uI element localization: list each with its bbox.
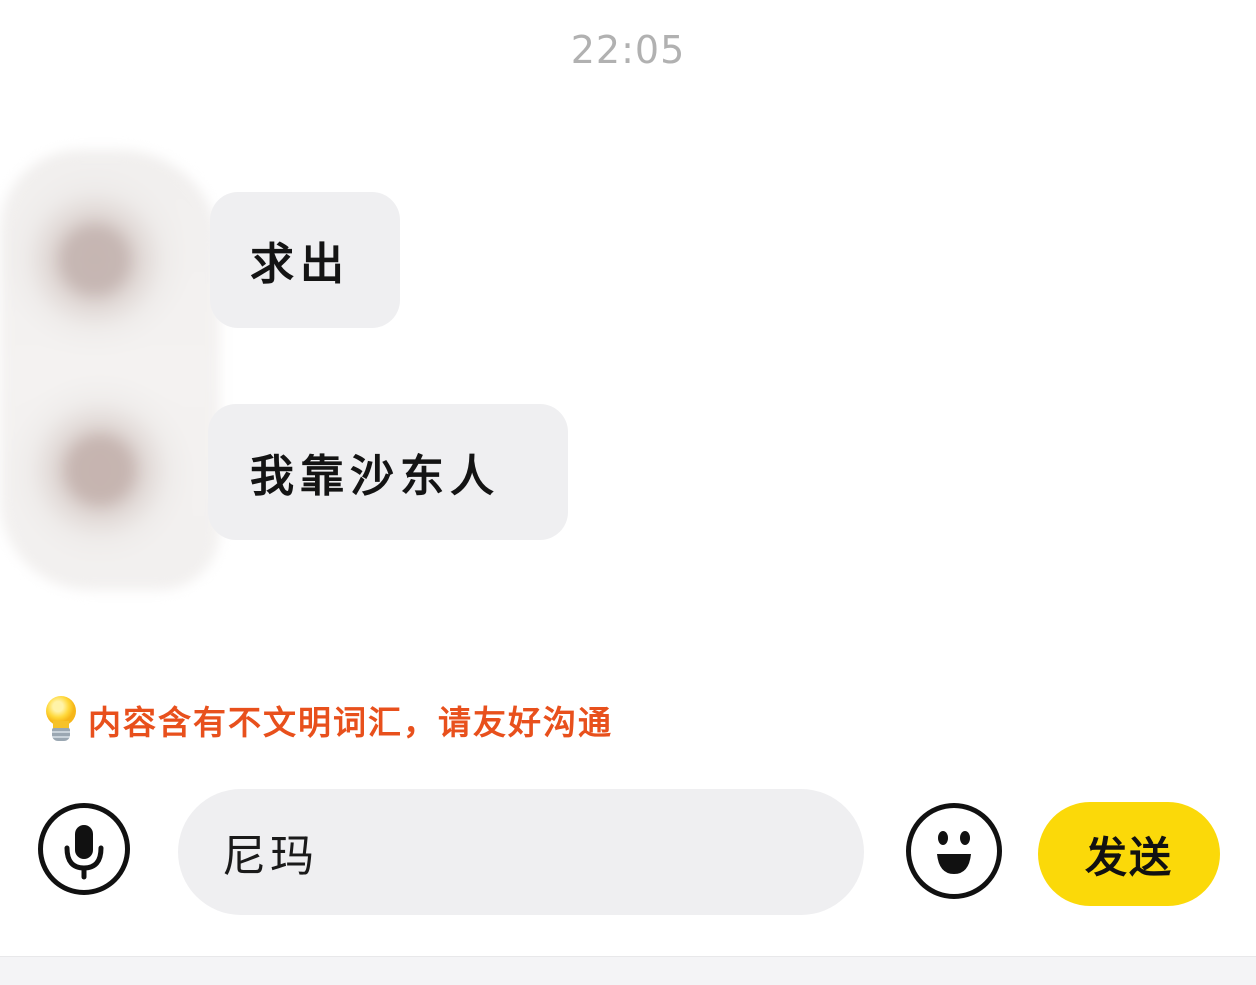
message-text: 求出 — [250, 239, 350, 290]
message-input[interactable]: 尼玛 — [178, 789, 864, 915]
send-button[interactable]: 发送 — [1038, 802, 1220, 906]
warning-text: 内容含有不文明词汇，请友好沟通 — [88, 703, 613, 742]
smiley-icon — [937, 831, 971, 874]
microphone-icon — [64, 825, 104, 880]
message-input-value: 尼玛 — [222, 831, 318, 882]
lightbulb-icon — [42, 696, 80, 744]
message-bubble[interactable]: 我靠沙东人 — [208, 404, 568, 540]
blurred-avatar — [0, 150, 220, 590]
message-bubble[interactable]: 求出 — [210, 192, 400, 328]
send-button-label: 发送 — [1084, 832, 1173, 882]
bottom-bar — [0, 956, 1256, 985]
voice-input-button[interactable] — [38, 803, 130, 895]
content-warning: 内容含有不文明词汇，请友好沟通 — [42, 695, 613, 745]
message-text: 我靠沙东人 — [250, 451, 500, 502]
message-timestamp: 22:05 — [570, 28, 686, 72]
emoji-button[interactable] — [906, 803, 1002, 899]
